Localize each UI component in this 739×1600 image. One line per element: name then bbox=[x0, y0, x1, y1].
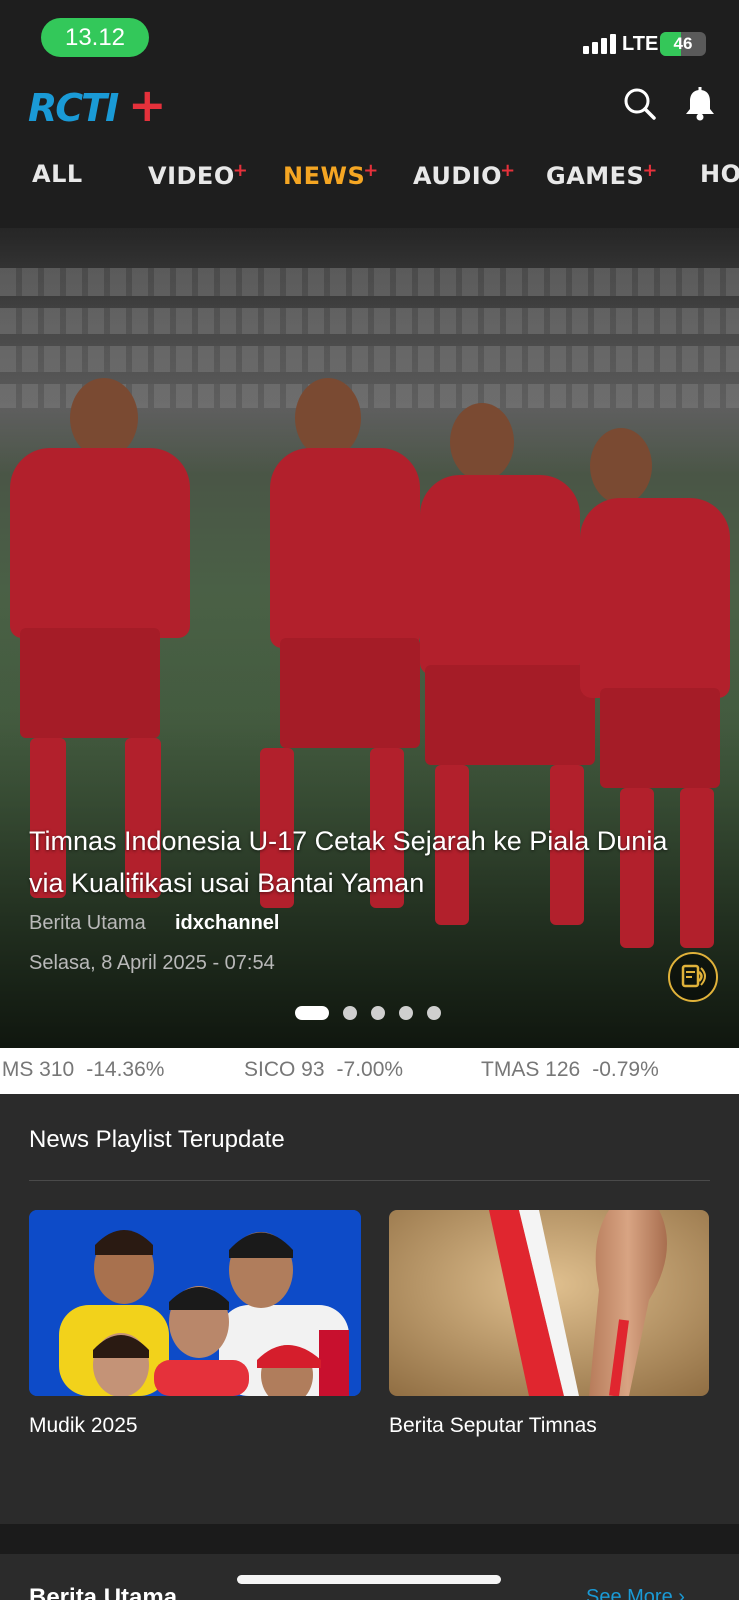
carousel-dot[interactable] bbox=[399, 1006, 413, 1020]
search-icon bbox=[624, 88, 656, 120]
signal-icon bbox=[583, 34, 617, 54]
app-header: RCTI + bbox=[0, 70, 739, 140]
plus-mark: + bbox=[363, 160, 379, 181]
chevron-right-icon: › bbox=[678, 1586, 685, 1600]
hero-date: Selasa, 8 April 2025 - 07:54 bbox=[29, 952, 275, 974]
tab-news[interactable]: NEWS+ bbox=[283, 160, 379, 190]
listen-article-button[interactable] bbox=[668, 952, 718, 1002]
section-divider bbox=[29, 1180, 710, 1181]
section-title: News Playlist Terupdate bbox=[29, 1126, 285, 1153]
section-title: Berita Utama bbox=[29, 1584, 178, 1600]
news-playlist-section: News Playlist Terupdate Mudik 2025 Berit… bbox=[0, 1094, 739, 1524]
bell-icon bbox=[686, 87, 714, 121]
stadium-stands bbox=[0, 346, 739, 372]
tab-video[interactable]: VIDEO+ bbox=[148, 160, 248, 190]
ticker-item: IMS 310 -14.36% bbox=[0, 1058, 164, 1082]
battery-icon: 46 bbox=[660, 32, 706, 56]
see-more-label: See More bbox=[586, 1586, 673, 1600]
section-separator bbox=[0, 1524, 739, 1554]
stock-ticker[interactable]: IMS 310 -14.36% SICO 93 -7.00% TMAS 126 -0.… bbox=[0, 1048, 739, 1094]
tab-label: ALL bbox=[32, 160, 83, 188]
tab-label: HO bbox=[700, 160, 739, 188]
category-nav: ALL VIDEO+ NEWS+ AUDIO+ GAMES+ HO bbox=[0, 146, 739, 210]
rcti-plus-logo[interactable]: RCTI + bbox=[28, 78, 167, 132]
tab-games[interactable]: GAMES+ bbox=[546, 160, 658, 190]
tab-home[interactable]: HO bbox=[700, 160, 739, 188]
plus-mark: + bbox=[500, 160, 516, 181]
hero-category: Berita Utama bbox=[29, 912, 146, 934]
ticker-symbol: TMAS 126 bbox=[481, 1058, 581, 1081]
playlist-thumbnail bbox=[29, 1210, 361, 1396]
ticker-item: TMAS 126 -0.79% bbox=[481, 1058, 659, 1082]
status-bar: 13.12 LTE 46 bbox=[0, 0, 739, 70]
hero-source: idxchannel bbox=[175, 912, 280, 934]
tab-label: VIDEO bbox=[148, 162, 235, 190]
tab-all[interactable]: ALL bbox=[32, 160, 83, 188]
playlist-card-label: Mudik 2025 bbox=[29, 1414, 138, 1437]
audio-article-icon bbox=[681, 964, 706, 988]
plus-mark: + bbox=[232, 160, 249, 181]
see-more-link[interactable]: See More › bbox=[586, 1586, 685, 1600]
network-label: LTE bbox=[622, 33, 659, 55]
hero-headline[interactable]: Timnas Indonesia U-17 Cetak Sejarah ke P… bbox=[29, 820, 689, 904]
tab-label: AUDIO bbox=[413, 162, 503, 190]
ticker-change: -14.36% bbox=[86, 1058, 165, 1081]
plus-mark: + bbox=[642, 160, 658, 181]
tab-label: GAMES bbox=[546, 162, 645, 190]
ticker-item: SICO 93 -7.00% bbox=[244, 1058, 403, 1082]
tab-audio[interactable]: AUDIO+ bbox=[413, 160, 516, 190]
home-indicator[interactable] bbox=[237, 1575, 501, 1584]
stadium-stands bbox=[0, 308, 739, 334]
ticker-symbol: IMS 310 bbox=[0, 1058, 75, 1081]
playlist-card-label: Berita Seputar Timnas bbox=[389, 1414, 597, 1437]
ticker-change: -0.79% bbox=[592, 1058, 659, 1081]
search-button[interactable] bbox=[620, 84, 660, 124]
logo-text: RCTI bbox=[28, 86, 119, 130]
notifications-button[interactable] bbox=[680, 84, 720, 124]
clock: 13.12 bbox=[41, 18, 149, 57]
carousel-dot[interactable] bbox=[371, 1006, 385, 1020]
carousel-dot[interactable] bbox=[427, 1006, 441, 1020]
tab-label: NEWS bbox=[283, 162, 366, 190]
ticker-change: -7.00% bbox=[336, 1058, 404, 1081]
carousel-dot[interactable] bbox=[343, 1006, 357, 1020]
carousel-dot[interactable] bbox=[295, 1006, 329, 1020]
battery-level: 46 bbox=[673, 34, 693, 53]
playlist-thumbnail bbox=[389, 1210, 709, 1396]
ticker-symbol: SICO 93 bbox=[244, 1058, 325, 1081]
logo-plus: + bbox=[128, 78, 167, 132]
hero-carousel[interactable]: Timnas Indonesia U-17 Cetak Sejarah ke P… bbox=[0, 228, 739, 1048]
stadium-stands bbox=[0, 268, 739, 296]
